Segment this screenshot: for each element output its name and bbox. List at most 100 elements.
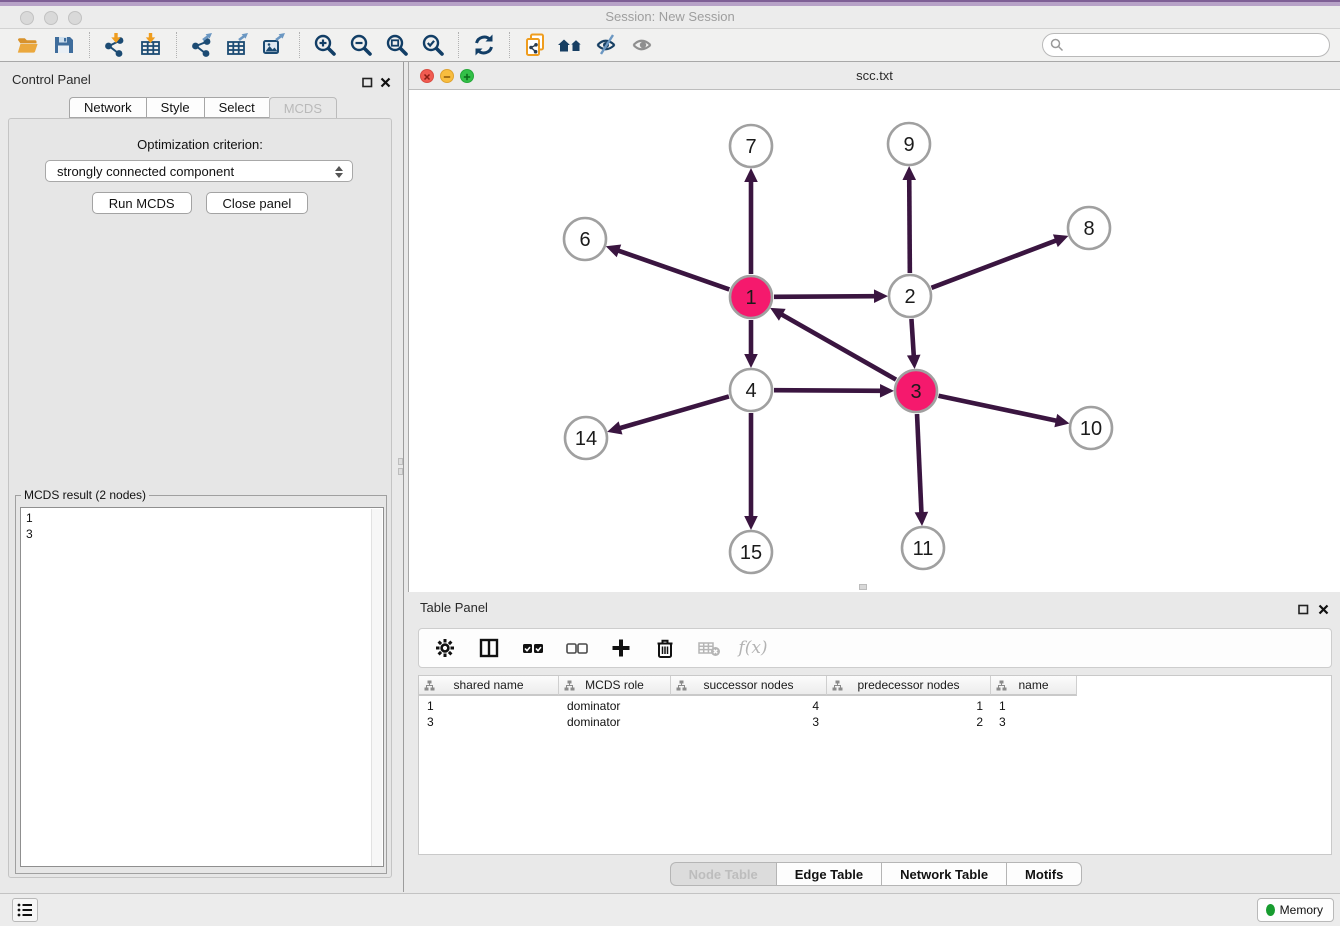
network-window-title: scc.txt bbox=[409, 68, 1340, 83]
close-table-panel-icon[interactable] bbox=[1318, 602, 1329, 620]
cell-predecessor-nodes[interactable]: 1 bbox=[827, 698, 991, 714]
edge-arrow-1-6 bbox=[606, 244, 621, 257]
clone-network-icon[interactable] bbox=[517, 30, 553, 60]
table-row[interactable]: 1dominator411 bbox=[419, 698, 1077, 714]
column-header-name[interactable]: name bbox=[991, 676, 1077, 696]
delete-table-icon[interactable] bbox=[695, 634, 723, 662]
edge-arrow-2-9 bbox=[902, 166, 916, 180]
zoom-selected-icon[interactable] bbox=[415, 30, 451, 60]
hierarchy-icon bbox=[832, 680, 843, 691]
edge-1-6[interactable] bbox=[617, 250, 729, 289]
delete-column-icon[interactable] bbox=[651, 634, 679, 662]
cell-successor-nodes[interactable]: 4 bbox=[671, 698, 827, 714]
hide-selected-icon[interactable] bbox=[589, 30, 625, 60]
export-image-icon[interactable] bbox=[256, 30, 292, 60]
node-label-1: 1 bbox=[745, 287, 756, 309]
memory-button[interactable]: Memory bbox=[1257, 898, 1334, 922]
close-panel-icon[interactable] bbox=[380, 75, 391, 93]
edge-2-9[interactable] bbox=[909, 178, 910, 273]
edge-4-3[interactable] bbox=[774, 390, 882, 391]
search-input[interactable] bbox=[1068, 38, 1318, 52]
network-window-titlebar[interactable]: scc.txt bbox=[409, 62, 1340, 90]
titlebar: Session: New Session bbox=[0, 6, 1340, 29]
tab-edge-table[interactable]: Edge Table bbox=[776, 862, 881, 886]
edge-2-3[interactable] bbox=[911, 319, 913, 357]
edge-arrow-1-4 bbox=[744, 354, 758, 368]
function-builder-icon[interactable]: f(x) bbox=[739, 634, 767, 662]
cell-shared-name[interactable]: 3 bbox=[419, 714, 559, 730]
show-all-icon[interactable] bbox=[625, 30, 661, 60]
run-mcds-button[interactable]: Run MCDS bbox=[92, 192, 192, 214]
column-header-MCDS-role[interactable]: MCDS role bbox=[559, 676, 671, 696]
node-label-14: 14 bbox=[575, 428, 597, 450]
add-column-icon[interactable] bbox=[607, 634, 635, 662]
node-label-4: 4 bbox=[745, 380, 756, 402]
mcds-result-textarea[interactable]: 13 bbox=[20, 507, 384, 867]
table-row[interactable]: 3dominator323 bbox=[419, 714, 1077, 730]
first-neighbors-icon[interactable] bbox=[553, 30, 589, 60]
import-network-icon[interactable] bbox=[97, 30, 133, 60]
column-header-predecessor-nodes[interactable]: predecessor nodes bbox=[827, 676, 991, 696]
tab-network-table[interactable]: Network Table bbox=[881, 862, 1006, 886]
cell-name[interactable]: 3 bbox=[991, 714, 1077, 730]
export-network-icon[interactable] bbox=[184, 30, 220, 60]
zoom-in-icon[interactable] bbox=[307, 30, 343, 60]
export-table-icon[interactable] bbox=[220, 30, 256, 60]
mcds-result-line: 3 bbox=[21, 526, 383, 542]
function-builder-label: f(x) bbox=[738, 638, 767, 658]
node-table[interactable]: shared nameMCDS rolesuccessor nodesprede… bbox=[418, 675, 1332, 855]
open-session-icon[interactable] bbox=[10, 30, 46, 60]
tab-mcds[interactable]: MCDS bbox=[269, 97, 337, 118]
hierarchy-icon bbox=[564, 680, 575, 691]
toolbar-separator bbox=[509, 32, 510, 58]
toolbar-separator bbox=[299, 32, 300, 58]
toolbar-separator bbox=[176, 32, 177, 58]
edge-3-1[interactable] bbox=[781, 314, 896, 380]
node-label-6: 6 bbox=[579, 229, 590, 251]
network-graph[interactable]: 7968124314101511 bbox=[409, 90, 1340, 592]
result-scrollbar[interactable] bbox=[371, 509, 382, 867]
cell-MCDS-role[interactable]: dominator bbox=[559, 698, 671, 714]
table-panel-title: Table Panel bbox=[420, 600, 488, 615]
tab-network[interactable]: Network bbox=[69, 97, 146, 118]
edge-4-14[interactable] bbox=[619, 396, 729, 428]
node-label-2: 2 bbox=[904, 286, 915, 308]
tab-style[interactable]: Style bbox=[146, 97, 204, 118]
float-table-panel-icon[interactable] bbox=[1298, 602, 1309, 620]
edge-arrow-3-11 bbox=[915, 512, 929, 526]
cell-predecessor-nodes[interactable]: 2 bbox=[827, 714, 991, 730]
refresh-layout-icon[interactable] bbox=[466, 30, 502, 60]
task-history-button[interactable] bbox=[12, 898, 38, 922]
hierarchy-icon bbox=[424, 680, 435, 691]
settings-gear-icon[interactable] bbox=[431, 634, 459, 662]
cell-successor-nodes[interactable]: 3 bbox=[671, 714, 827, 730]
column-header-successor-nodes[interactable]: successor nodes bbox=[671, 676, 827, 696]
tab-node-table[interactable]: Node Table bbox=[670, 862, 776, 886]
column-header-shared-name[interactable]: shared name bbox=[419, 676, 559, 696]
float-panel-icon[interactable] bbox=[362, 75, 373, 93]
edge-2-8[interactable] bbox=[932, 240, 1058, 288]
cell-shared-name[interactable]: 1 bbox=[419, 698, 559, 714]
optimization-criterion-dropdown[interactable]: strongly connected component bbox=[45, 160, 353, 182]
zoom-out-icon[interactable] bbox=[343, 30, 379, 60]
import-table-icon[interactable] bbox=[133, 30, 169, 60]
zoom-fit-icon[interactable] bbox=[379, 30, 415, 60]
network-canvas[interactable]: 7968124314101511 bbox=[409, 90, 1340, 592]
cell-name[interactable]: 1 bbox=[991, 698, 1077, 714]
select-all-columns-icon[interactable] bbox=[519, 634, 547, 662]
edge-3-11[interactable] bbox=[917, 414, 921, 514]
network-resize-grip[interactable] bbox=[859, 584, 867, 590]
splitter-grip[interactable] bbox=[398, 458, 403, 478]
tab-motifs[interactable]: Motifs bbox=[1006, 862, 1082, 886]
unselect-all-columns-icon[interactable] bbox=[563, 634, 591, 662]
cell-MCDS-role[interactable]: dominator bbox=[559, 714, 671, 730]
list-icon bbox=[16, 901, 34, 919]
close-panel-button[interactable]: Close panel bbox=[206, 192, 309, 214]
save-session-icon[interactable] bbox=[46, 30, 82, 60]
tab-select[interactable]: Select bbox=[204, 97, 269, 118]
search-field[interactable] bbox=[1042, 33, 1330, 57]
show-columns-icon[interactable] bbox=[475, 634, 503, 662]
edge-1-2[interactable] bbox=[774, 296, 876, 297]
edge-3-10[interactable] bbox=[939, 396, 1058, 421]
vertical-splitter[interactable] bbox=[403, 62, 404, 892]
